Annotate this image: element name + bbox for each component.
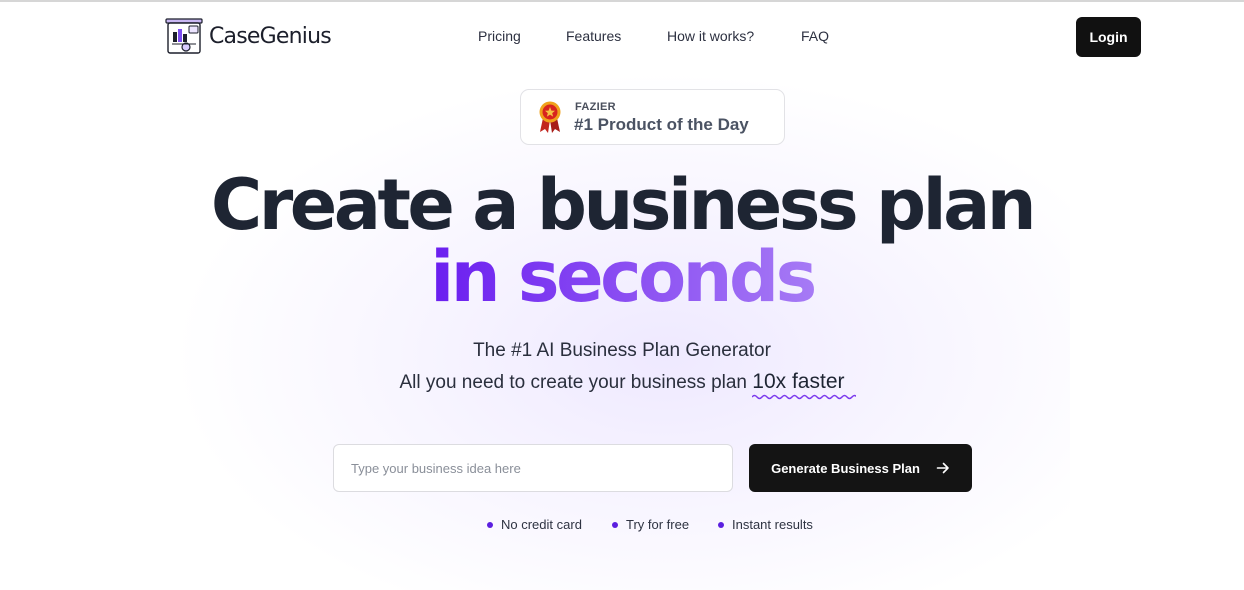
hero-tagline: All you need to create your business pla… (0, 370, 1244, 400)
squiggle-underline (752, 394, 857, 400)
hero-headline: Create a business plan (210, 164, 1037, 246)
perk-item: Instant results (718, 517, 813, 532)
generate-business-plan-button[interactable]: Generate Business Plan (749, 444, 972, 492)
perk-label: Instant results (732, 517, 813, 532)
hero-tagline-prefix: All you need to create your business pla… (399, 372, 753, 393)
top-border (0, 0, 1244, 2)
perk-item: No credit card (487, 517, 582, 532)
nav-pricing[interactable]: Pricing (478, 28, 521, 44)
perk-label: Try for free (626, 517, 690, 532)
badge-title: #1 Product of the Day (574, 115, 749, 134)
hero-subtitle: The #1 AI Business Plan Generator (473, 340, 771, 361)
main-nav: Pricing Features How it works? FAQ (0, 28, 1244, 46)
award-medal-icon (539, 101, 561, 133)
hero-tagline-emphasis: 10x faster (752, 370, 857, 400)
nav-features[interactable]: Features (566, 28, 621, 44)
login-button[interactable]: Login (1076, 17, 1141, 57)
generate-button-label: Generate Business Plan (771, 460, 920, 476)
badge-source: FAZIER (575, 101, 616, 113)
hero-headline-highlight-text: in seconds (430, 236, 817, 318)
bullet-dot (718, 521, 724, 528)
product-of-day-badge[interactable]: FAZIER #1 Product of the Day (520, 89, 785, 145)
nav-how-it-works[interactable]: How it works? (667, 28, 754, 44)
background-glow (170, 70, 1070, 590)
feature-perks: No credit card Try for free Instant resu… (0, 517, 1244, 535)
perk-label: No credit card (501, 517, 582, 532)
bullet-dot (487, 521, 493, 528)
bullet-dot (612, 521, 618, 528)
perk-item: Try for free (612, 517, 689, 532)
hero-headline-highlight: in seconds (0, 242, 1244, 312)
arrow-right-icon (936, 462, 949, 474)
business-idea-input[interactable] (333, 444, 733, 492)
hero-tagline-emphasis-text: 10x faster (752, 370, 845, 393)
nav-faq[interactable]: FAQ (801, 28, 829, 44)
